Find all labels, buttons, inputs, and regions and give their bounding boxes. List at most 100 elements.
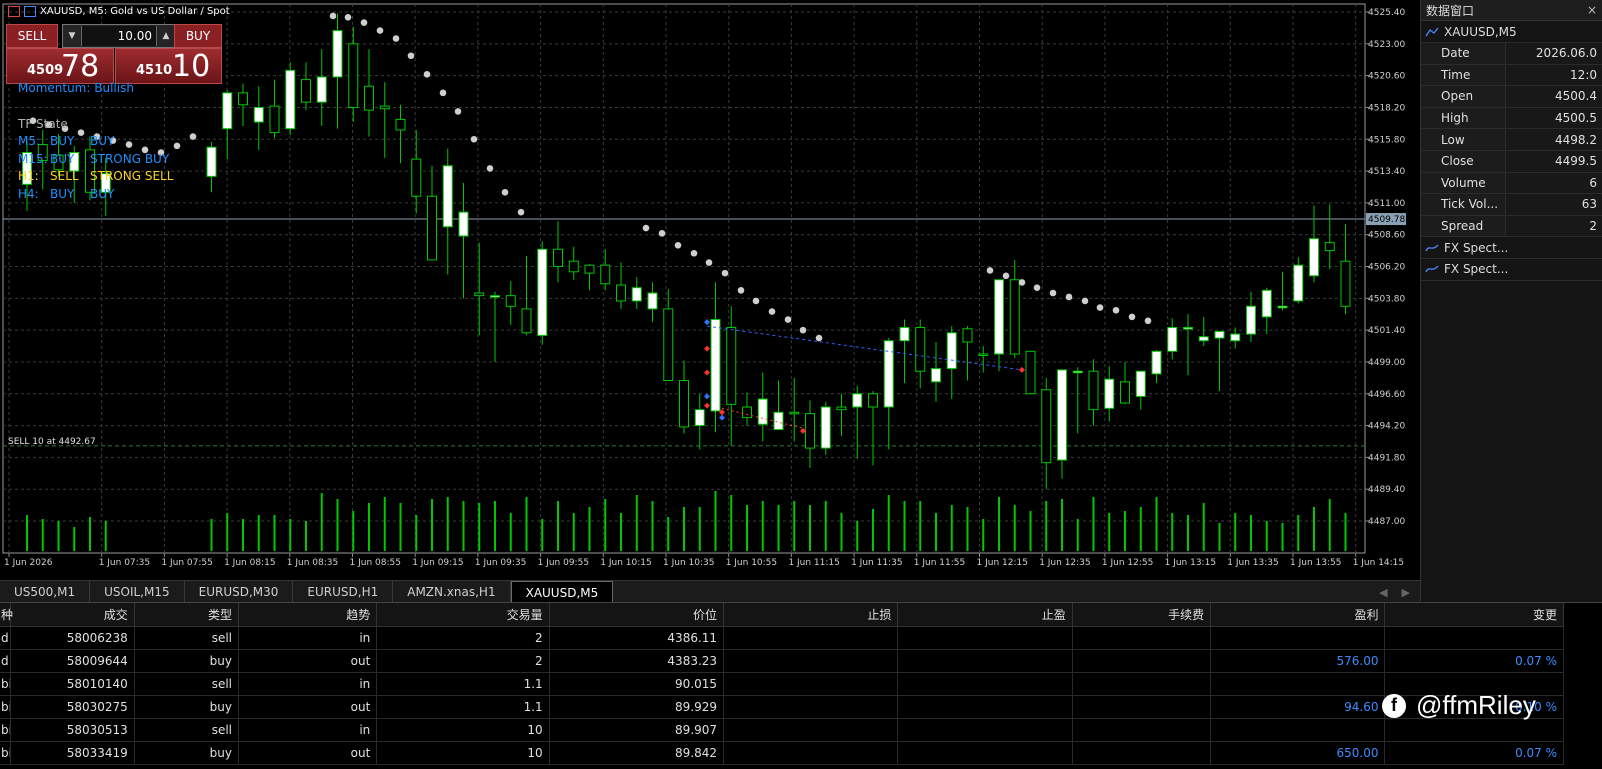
tf-state-b: STRONG SELL <box>90 169 174 183</box>
column-header[interactable]: 止盈 <box>897 603 1073 627</box>
chart-tab[interactable]: US500,M1 <box>0 581 91 603</box>
column-header[interactable]: 类型 <box>134 603 240 627</box>
sell-button[interactable]: SELL <box>6 24 58 48</box>
candle-body <box>647 292 658 310</box>
tf-state-tf: H4: <box>18 186 39 201</box>
table-cell: 576.00 <box>1210 649 1386 673</box>
data-window-value: 4500.5 <box>1505 107 1602 129</box>
indicator-icon <box>1425 265 1439 273</box>
column-header[interactable]: 成交 <box>10 603 135 627</box>
lot-up-icon[interactable]: ▲ <box>157 25 175 47</box>
table-row[interactable]: bil58030275buyout1.189.92994.600.10 % <box>0 695 1564 719</box>
buy-price-major: 4510 <box>136 63 173 78</box>
column-header[interactable]: 趋势 <box>238 603 378 627</box>
psar-dot <box>329 12 337 20</box>
data-window: 数据窗口 × XAUUSD,M5 Date 2026.06.0 Time 12:0 Op… <box>1420 0 1602 602</box>
column-header[interactable]: 变更 <box>1384 603 1564 627</box>
data-window-indicator[interactable]: FX Spect... <box>1421 237 1602 259</box>
buy-price-button[interactable]: 4510 10 <box>115 48 222 84</box>
chart-tab[interactable]: AMZN.xnas,H1 <box>393 581 511 603</box>
column-header[interactable]: 止损 <box>723 603 899 627</box>
column-header[interactable]: 手续费 <box>1072 603 1212 627</box>
trade-history-table: 种成交 类型 趋势 交易量 价位 止损 止盈 手续费 盈利 变更 d 58006238 sell in 2… <box>0 603 1564 765</box>
table-cell: 89.907 <box>549 718 725 742</box>
psar-dot <box>1128 313 1136 321</box>
psar-dot <box>517 208 525 216</box>
table-cell: 10 <box>376 718 550 742</box>
buy-button[interactable]: BUY <box>174 24 222 48</box>
lot-down-icon[interactable]: ▼ <box>63 25 81 47</box>
candle-body <box>490 295 500 298</box>
tf-state-b: STRONG BUY <box>90 151 170 166</box>
candle-body <box>1324 242 1335 252</box>
table-cell: bil <box>0 741 11 765</box>
candle-body <box>379 105 390 110</box>
tab-scroll-right-icon[interactable]: ▶ <box>1402 586 1410 599</box>
table-row[interactable]: bil58033419buyout1089.842 650.000.07 % <box>0 741 1564 765</box>
table-cell: buy <box>134 649 240 673</box>
candle-body <box>537 248 548 336</box>
chart-tab[interactable]: XAUUSD,M5 <box>510 581 614 603</box>
line-chart-icon <box>1425 27 1439 36</box>
table-cell <box>897 741 1073 765</box>
sell-price-pips: 78 <box>61 49 100 84</box>
candle-body <box>773 411 784 431</box>
price-axis-label: 4503.80 <box>1368 294 1405 304</box>
table-cell <box>897 695 1073 719</box>
chart-tab[interactable]: EURUSD,M30 <box>185 581 294 603</box>
column-header[interactable]: 种 <box>0 603 13 627</box>
psar-dot <box>1112 306 1120 314</box>
candle-body <box>1230 333 1241 342</box>
table-cell <box>723 718 899 742</box>
chart-type-icon <box>24 6 36 17</box>
tab-scroll-left-icon[interactable]: ◀ <box>1379 586 1387 599</box>
data-window-symbol[interactable]: XAUUSD,M5 <box>1421 21 1602 43</box>
table-cell: 58009644 <box>10 649 135 673</box>
psar-dot <box>392 35 400 42</box>
data-window-indicator[interactable]: FX Spect... <box>1421 259 1602 281</box>
table-row[interactable]: d 58009644 buy out 2 4383.23 576.00 0.07 % <box>0 649 1564 673</box>
close-icon[interactable]: × <box>1587 3 1597 17</box>
price-axis-label: 4499.00 <box>1368 358 1405 368</box>
indicator-icon <box>1425 244 1439 251</box>
lot-size-input[interactable]: 10.00 <box>81 26 157 46</box>
psar-dot <box>674 241 682 249</box>
psar-dot <box>986 267 994 274</box>
candle-body <box>316 76 327 103</box>
time-axis-label: 1 Jun 11:35 <box>851 558 902 568</box>
tf-state-tf: M15: <box>18 151 48 166</box>
data-window-value: 4498.2 <box>1505 129 1602 150</box>
table-cell <box>897 649 1073 673</box>
psar-dot <box>407 52 415 60</box>
tf-state-tf: H1: <box>18 169 39 183</box>
candle-body <box>915 326 926 372</box>
table-cell: bil <box>0 672 11 696</box>
candle-body <box>364 85 374 111</box>
candle-body <box>931 368 941 383</box>
chart-tab[interactable]: USOIL,M15 <box>90 581 185 603</box>
data-window-key: Low <box>1421 129 1505 150</box>
time-axis-label: 1 Jun 09:15 <box>412 558 463 568</box>
chart-tab[interactable]: EURUSD,H1 <box>293 581 394 603</box>
chart-canvas[interactable]: 4525.40 4523.00 4520.60 4518.20 4515.80 4513.… <box>0 0 1420 580</box>
column-header[interactable]: 盈利 <box>1210 603 1386 627</box>
price-chart[interactable]: 4525.40 4523.00 4520.60 4518.20 4515.80 4513.… <box>0 0 1420 580</box>
time-axis-label: 1 Jun 10:15 <box>600 558 651 568</box>
tf-state-row: M5: BUY BUY <box>18 133 218 150</box>
candle-body <box>805 413 815 449</box>
table-row[interactable]: d 58006238 sell in 2 4386.11 <box>0 626 1564 650</box>
table-cell: 58030513 <box>10 718 135 742</box>
table-row[interactable]: bil58030513sellin1089.907 <box>0 718 1564 742</box>
data-window-key: Spread <box>1421 215 1505 237</box>
chart-icon <box>8 6 20 17</box>
psar-dot <box>360 19 368 26</box>
tf-state-tf: M5: <box>18 134 41 148</box>
table-row[interactable]: bil58010140sellin1.190.015 <box>0 672 1564 696</box>
candle-body <box>757 398 768 425</box>
data-window-value: 6 <box>1505 172 1602 194</box>
sell-price-button[interactable]: 4509 78 <box>6 48 114 84</box>
lot-size-stepper[interactable]: ▼ 10.00 ▲ <box>62 24 176 48</box>
candle-body <box>474 292 485 297</box>
column-header[interactable]: 交易量 <box>376 603 550 627</box>
column-header[interactable]: 价位 <box>549 603 725 627</box>
